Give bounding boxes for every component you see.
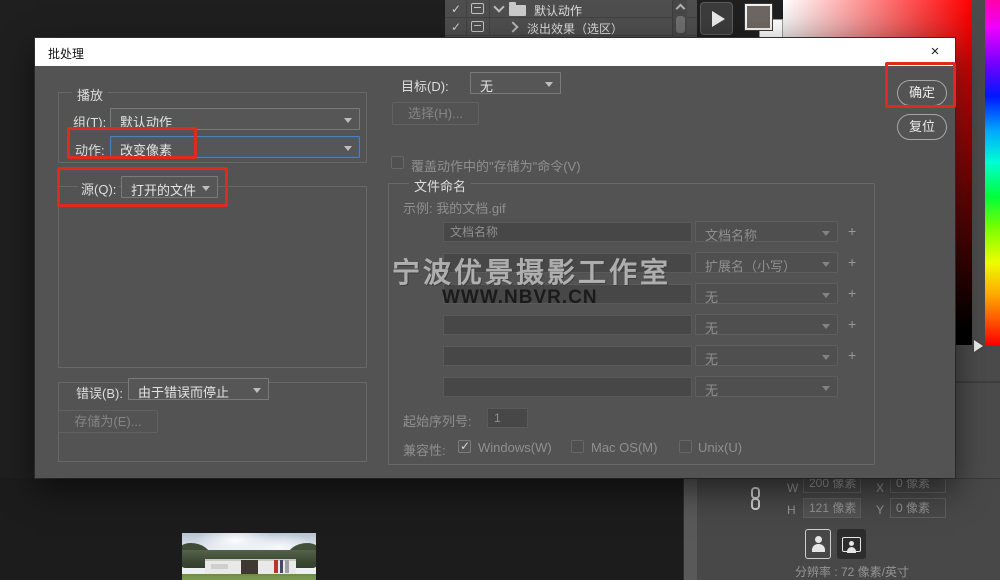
error-dropdown[interactable]: 由于错误而停止: [128, 378, 269, 400]
play-button[interactable]: [700, 2, 733, 35]
play-group-legend: 播放: [72, 85, 108, 104]
hue-slider-icon[interactable]: [974, 340, 983, 352]
column-divider: [466, 18, 467, 35]
override-save-as-label: 覆盖动作中的"存储为"命令(V): [411, 156, 581, 175]
unix-label: Unix(U): [698, 440, 742, 455]
height-field[interactable]: 121 像素: [803, 498, 861, 518]
column-divider: [466, 0, 467, 17]
save-as-button[interactable]: 存储为(E)...: [58, 410, 158, 433]
chevron-down-icon: [545, 82, 553, 87]
check-icon: ✓: [460, 439, 470, 453]
naming-select[interactable]: 无: [695, 345, 838, 366]
plus-icon[interactable]: +: [848, 347, 860, 363]
plus-icon[interactable]: +: [848, 316, 860, 332]
landscape-icon: [842, 537, 861, 552]
action-name[interactable]: 淡出效果（选区）: [527, 20, 623, 37]
annotation-source-highlight: [57, 167, 228, 207]
action-set-name[interactable]: 默认动作: [534, 2, 582, 19]
dialog-titlebar[interactable]: 批处理 ×: [35, 38, 955, 66]
column-divider: [489, 18, 490, 35]
reset-button[interactable]: 复位: [897, 114, 947, 140]
watermark-url: WWW.NBVR.CN: [442, 287, 598, 309]
scrollbar-thumb[interactable]: [676, 16, 685, 33]
watermark-text: 宁波优景摄影工作室: [392, 251, 671, 291]
windows-label: Windows(W): [478, 440, 552, 455]
action-row-fade-effect[interactable]: ✓ 淡出效果（选区）: [445, 18, 697, 36]
naming-select[interactable]: 文档名称: [695, 221, 838, 242]
check-icon[interactable]: ✓: [451, 19, 461, 35]
link-dimensions-icon[interactable]: [750, 487, 761, 513]
compatibility-label: 兼容性:: [403, 440, 446, 459]
folder-icon: [509, 5, 526, 16]
naming-field[interactable]: [443, 315, 692, 335]
dialog-toggle-icon[interactable]: [471, 21, 484, 32]
landscape-orientation-button[interactable]: [837, 529, 866, 559]
y-label: Y: [876, 503, 884, 517]
chevron-down-icon: [344, 118, 352, 123]
error-label: 错误(B):: [73, 383, 126, 402]
play-icon: [712, 11, 725, 27]
unix-checkbox[interactable]: [679, 440, 692, 453]
naming-select[interactable]: 扩展名（小写）: [695, 252, 838, 273]
scroll-up-icon[interactable]: [676, 4, 686, 14]
panel-divider: [955, 381, 1000, 383]
override-save-as-checkbox[interactable]: [391, 156, 404, 169]
plus-icon[interactable]: +: [848, 254, 860, 270]
hue-bar[interactable]: [985, 0, 1000, 345]
width-label: W: [787, 481, 798, 495]
chevron-down-icon: [822, 231, 830, 236]
macos-checkbox[interactable]: [571, 440, 584, 453]
annotation-ok-highlight: [885, 62, 956, 108]
chevron-down-icon[interactable]: [493, 1, 504, 12]
check-icon[interactable]: ✓: [451, 1, 461, 17]
x-label: X: [876, 481, 884, 495]
chevron-down-icon: [822, 355, 830, 360]
plus-icon[interactable]: +: [848, 285, 860, 301]
chevron-down-icon: [822, 386, 830, 391]
annotation-action-highlight: [67, 127, 197, 159]
destination-dropdown[interactable]: 无: [470, 72, 561, 94]
resolution-readout: 分辨率 : 72 像素/英寸: [762, 563, 942, 580]
serial-label: 起始序列号:: [403, 411, 472, 430]
naming-select[interactable]: 无: [695, 376, 838, 397]
serial-field[interactable]: 1: [487, 408, 528, 428]
windows-checkbox[interactable]: ✓: [458, 440, 471, 453]
y-field[interactable]: 0 像素: [890, 498, 946, 518]
chevron-right-icon[interactable]: [507, 21, 518, 32]
choose-button[interactable]: 选择(H)...: [392, 102, 479, 125]
portrait-orientation-button[interactable]: [805, 529, 831, 559]
plus-icon[interactable]: +: [848, 223, 860, 239]
source-group: [58, 186, 367, 368]
chevron-down-icon: [253, 388, 261, 393]
naming-field[interactable]: [443, 377, 692, 397]
chevron-down-icon: [822, 293, 830, 298]
naming-select[interactable]: 无: [695, 283, 838, 304]
document-canvas: [0, 478, 683, 580]
panel-edge-strip: [683, 478, 697, 580]
file-naming-legend: 文件命名: [409, 176, 471, 195]
dialog-toggle-icon[interactable]: [471, 3, 484, 14]
document-thumbnail-image: [182, 533, 316, 580]
dialog-title: 批处理: [48, 45, 84, 62]
destination-label: 目标(D):: [401, 76, 449, 95]
chevron-down-icon: [822, 324, 830, 329]
naming-field[interactable]: [443, 346, 692, 366]
close-icon[interactable]: ×: [923, 41, 947, 63]
chevron-down-icon: [822, 262, 830, 267]
macos-label: Mac OS(M): [591, 440, 657, 455]
action-row-default-actions[interactable]: ✓ 默认动作: [445, 0, 697, 18]
chevron-down-icon: [344, 146, 352, 151]
height-label: H: [787, 503, 796, 517]
file-naming-example: 示例: 我的文档.gif: [403, 198, 506, 217]
naming-select[interactable]: 无: [695, 314, 838, 335]
foreground-color-swatch[interactable]: [745, 4, 772, 30]
column-divider: [489, 0, 490, 17]
naming-field[interactable]: 文档名称: [443, 222, 692, 242]
